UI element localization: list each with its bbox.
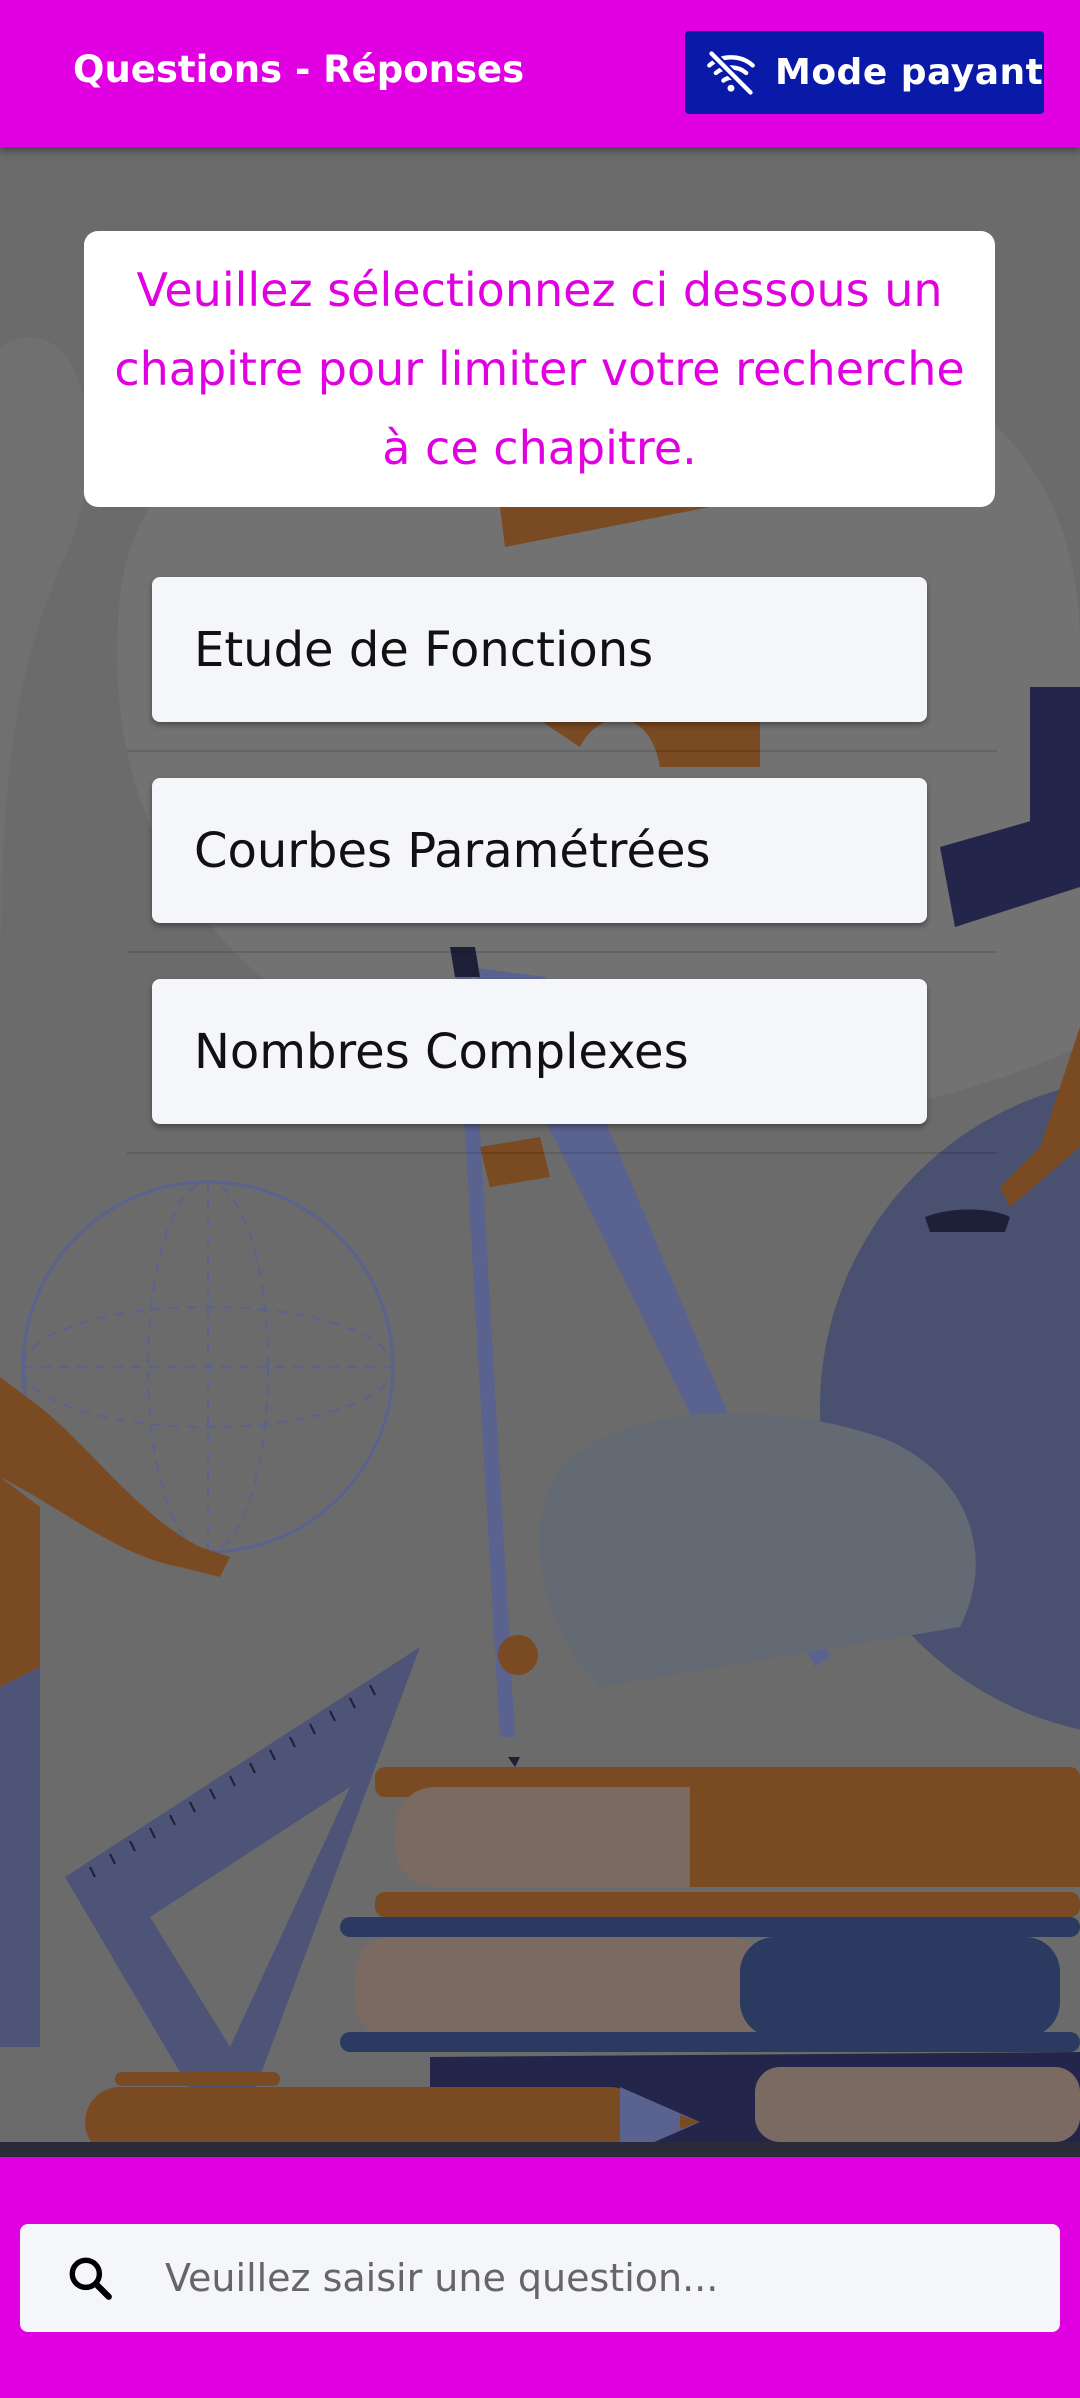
chapter-item-nombres-complexes[interactable]: Nombres Complexes bbox=[152, 979, 927, 1124]
chapter-item-etude-de-fonctions[interactable]: Etude de Fonctions bbox=[152, 577, 927, 722]
page-title: Questions - Réponses bbox=[73, 48, 525, 91]
mode-payant-label: Mode payant bbox=[775, 52, 1044, 93]
notice-card: Veuillez sélectionnez ci dessous un chap… bbox=[84, 231, 995, 507]
wifi-off-icon bbox=[707, 49, 755, 96]
bottom-bar bbox=[0, 2157, 1080, 2398]
notice-text: Veuillez sélectionnez ci dessous un chap… bbox=[114, 262, 965, 475]
app-bar: Questions - Réponses Mode payant bbox=[0, 0, 1080, 147]
divider bbox=[127, 951, 997, 953]
divider bbox=[127, 750, 997, 752]
search-input[interactable] bbox=[165, 2256, 1015, 2300]
divider bbox=[127, 1152, 997, 1154]
chapter-label: Courbes Paramétrées bbox=[194, 822, 711, 879]
search-box[interactable] bbox=[20, 2224, 1060, 2332]
search-icon[interactable] bbox=[65, 2253, 115, 2303]
chapter-item-courbes-parametrees[interactable]: Courbes Paramétrées bbox=[152, 778, 927, 923]
mode-payant-button[interactable]: Mode payant bbox=[685, 31, 1044, 114]
chapter-label: Etude de Fonctions bbox=[194, 621, 654, 678]
chapter-label: Nombres Complexes bbox=[194, 1023, 689, 1080]
